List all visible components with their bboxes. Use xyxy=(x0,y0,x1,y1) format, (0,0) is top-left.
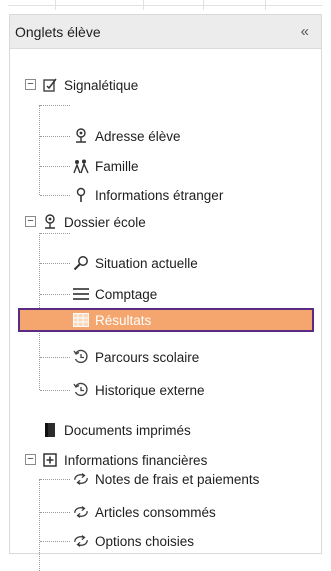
checklist-icon xyxy=(42,77,58,93)
collapse-toggle-informations-financieres[interactable]: − xyxy=(25,454,36,465)
tree-item-parcours-scolaire[interactable]: Parcours scolaire xyxy=(73,345,199,369)
tree-item-label: Informations financières xyxy=(64,452,208,468)
tree-item-label: Informations étranger xyxy=(95,187,224,203)
history-icon xyxy=(73,349,89,365)
collapse-toggle-dossier-ecole[interactable]: − xyxy=(25,216,36,227)
map-pin-icon xyxy=(73,187,89,203)
list-icon xyxy=(73,286,89,302)
cycle-icon xyxy=(73,504,89,520)
tree-item-resultats[interactable]: Résultats xyxy=(73,308,151,332)
tree-item-label: Comptage xyxy=(95,286,158,302)
cycle-icon xyxy=(73,533,89,549)
tree-item-articles-consommes[interactable]: Articles consommés xyxy=(73,500,216,524)
tree-item-label: Articles consommés xyxy=(95,504,216,520)
collapse-toggle-signaletique[interactable]: − xyxy=(25,79,36,90)
family-icon xyxy=(73,158,89,174)
history-icon xyxy=(73,382,89,398)
grid-icon xyxy=(73,312,89,328)
panel-title: Onglets élève xyxy=(15,23,101,40)
collapse-panel-button[interactable]: « xyxy=(301,23,309,40)
tree-item-documents-imprimes[interactable]: Documents imprimés xyxy=(42,418,191,442)
tree-item-label: Options choisies xyxy=(95,533,195,549)
tree-item-famille[interactable]: Famille xyxy=(73,154,139,178)
tree-item-situation-actuelle[interactable]: Situation actuelle xyxy=(73,251,198,275)
tree-item-adresse-eleve[interactable]: Adresse élève xyxy=(73,124,181,148)
top-border xyxy=(0,0,331,10)
tree-item-notes-de-frais[interactable]: Notes de frais et paiements xyxy=(73,467,259,491)
tree-item-label: Résultats xyxy=(95,312,152,328)
tree-item-options-choisies[interactable]: Options choisies xyxy=(73,529,194,553)
panel-header: Onglets élève « xyxy=(10,15,321,49)
cycle-icon xyxy=(73,471,89,487)
magnifier-icon xyxy=(73,255,89,271)
selected-row-highlight xyxy=(18,308,314,332)
tree-item-historique-externe[interactable]: Historique externe xyxy=(73,378,205,402)
tree-item-label: Historique externe xyxy=(95,382,205,398)
tree-item-dossier-ecole[interactable]: Dossier école xyxy=(42,210,146,234)
tree-item-label: Dossier école xyxy=(64,214,146,230)
tree-item-label: Adresse élève xyxy=(95,128,181,144)
tree-item-informations-etranger[interactable]: Informations étranger xyxy=(73,183,223,207)
plus-box-icon xyxy=(42,452,58,468)
tree-item-label: Famille xyxy=(95,158,139,174)
location-pin-icon xyxy=(42,214,58,230)
tree-item-label: Signalétique xyxy=(64,77,139,93)
document-icon xyxy=(42,422,58,438)
tree-item-label: Documents imprimés xyxy=(64,422,191,438)
tree-item-label: Parcours scolaire xyxy=(95,349,200,365)
tree-item-label: Notes de frais et paiements xyxy=(95,471,260,487)
tree-item-comptage[interactable]: Comptage xyxy=(73,282,157,306)
tree-item-signaletique[interactable]: Signalétique xyxy=(42,73,138,97)
tree-item-label: Situation actuelle xyxy=(95,255,198,271)
student-tabs-panel: Onglets élève « − Signalétique Adresse é… xyxy=(9,14,322,571)
location-pin-icon xyxy=(73,128,89,144)
